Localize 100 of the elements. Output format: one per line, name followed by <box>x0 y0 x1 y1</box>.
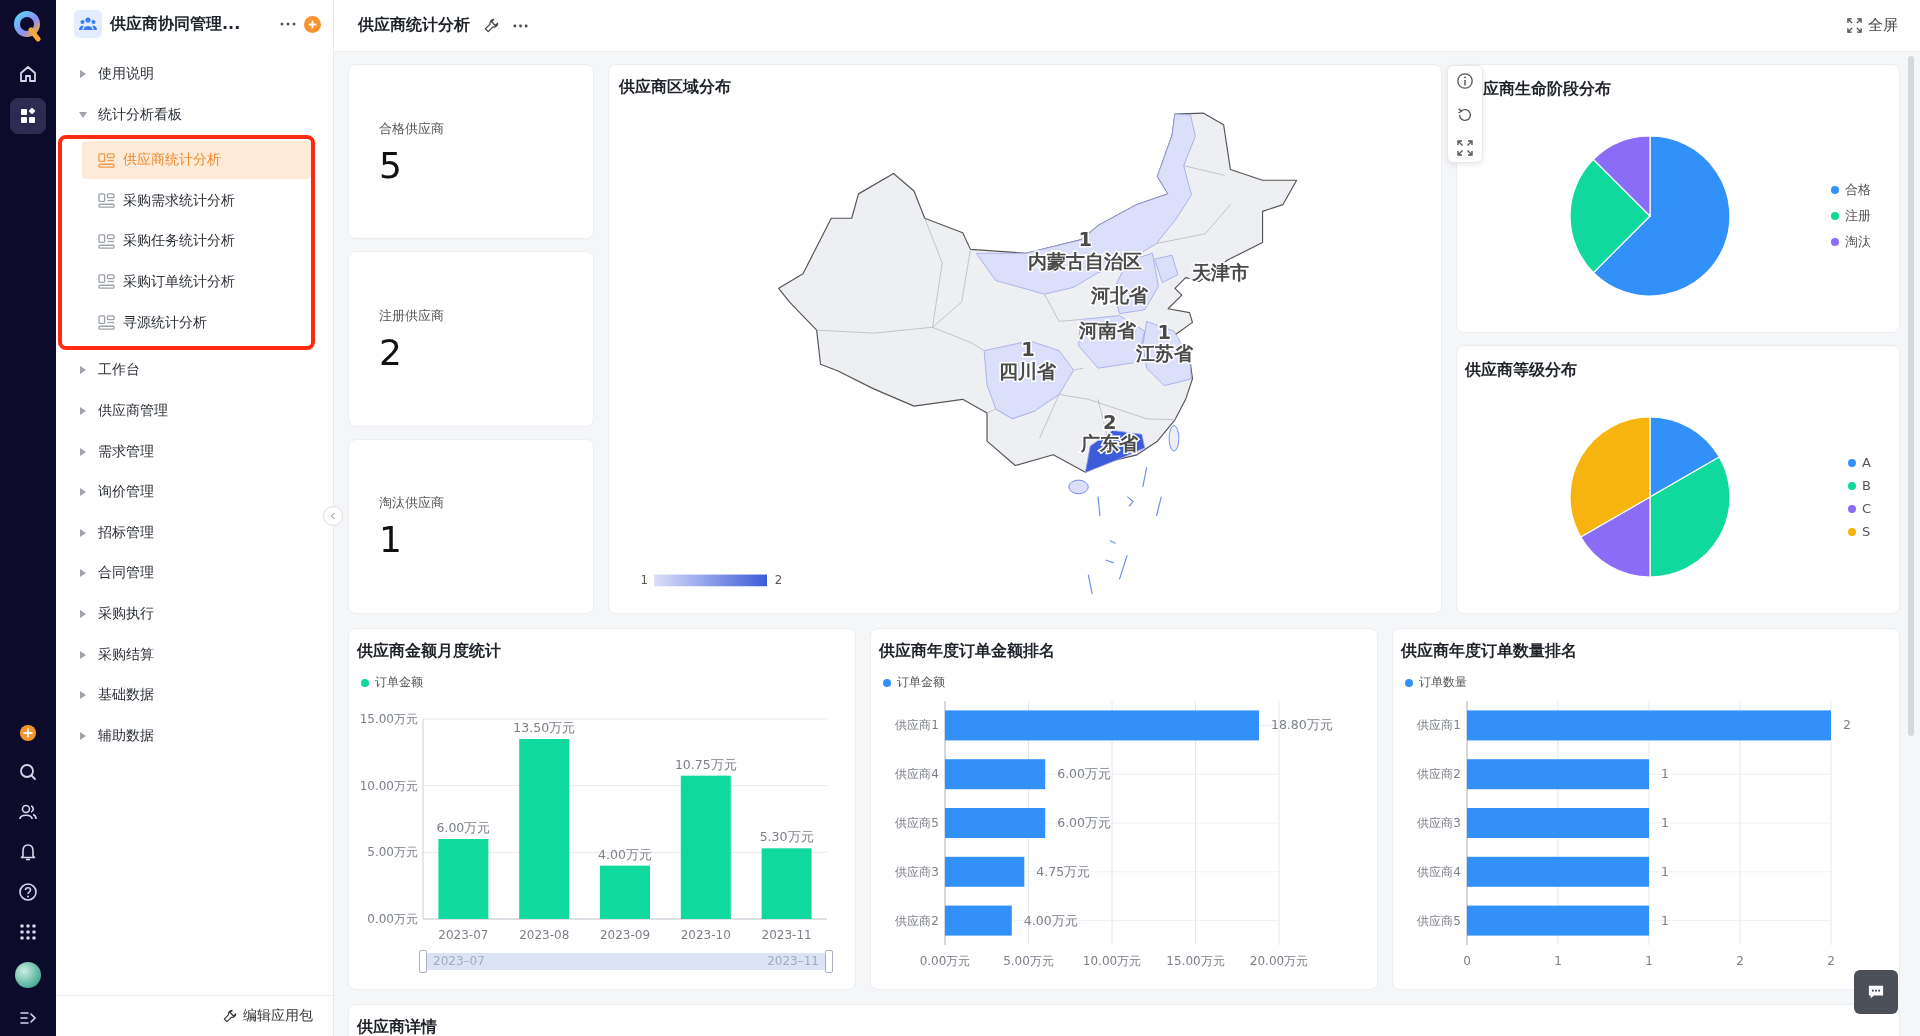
dashboard-icon <box>98 152 115 168</box>
apps-icon <box>18 106 38 126</box>
axis-label: 20.00万元 <box>1249 954 1309 968</box>
nav-subitem[interactable]: 寻源统计分析 <box>82 303 311 342</box>
logo-icon[interactable] <box>12 10 44 42</box>
region-label: 河南省 <box>1079 319 1137 342</box>
bar[interactable] <box>1467 856 1649 887</box>
nav-item[interactable]: 供应商管理 <box>56 390 333 432</box>
value-label: 6.00万元 <box>436 820 491 835</box>
axis-label: 15.00万元 <box>1166 954 1225 968</box>
pie-slice[interactable] <box>1592 135 1731 297</box>
region-value: 1 <box>1157 320 1171 344</box>
scale-max: 2 <box>774 573 783 588</box>
chat-button[interactable] <box>1854 970 1898 1014</box>
legend-label[interactable]: 订单数量 <box>1419 674 1467 691</box>
value-label: 1 <box>1661 766 1669 782</box>
fullscreen-icon[interactable] <box>1457 140 1473 156</box>
color-scale[interactable] <box>654 574 767 587</box>
refresh-icon[interactable] <box>1456 106 1474 124</box>
more-icon[interactable] <box>513 23 528 28</box>
nav-item[interactable]: 统计分析看板 <box>56 94 333 136</box>
legend-label[interactable]: 淘汰 <box>1845 233 1871 251</box>
bar[interactable] <box>1467 905 1649 936</box>
axis-label: 2023-11 <box>761 928 812 942</box>
help-icon[interactable] <box>18 882 38 902</box>
bar[interactable] <box>945 710 1259 741</box>
more-icon[interactable] <box>280 22 296 26</box>
bar[interactable] <box>945 856 1025 887</box>
chat-icon <box>1867 984 1885 1000</box>
pie-slice[interactable] <box>1592 135 1651 217</box>
axis-label: 供应商4 <box>1417 864 1461 879</box>
axis-label: 10.00万元 <box>359 778 418 793</box>
axis-label: 供应商3 <box>895 864 939 879</box>
value-label: 5.30万元 <box>759 829 814 845</box>
pie-slice[interactable] <box>1569 416 1651 538</box>
nav-item[interactable]: 合同管理 <box>56 553 333 594</box>
nav-item[interactable]: 采购执行 <box>56 593 333 635</box>
region-value: 1 <box>1021 338 1035 362</box>
legend-label[interactable]: 注册 <box>1845 207 1871 225</box>
scale-min: 1 <box>640 573 649 588</box>
stat-value: 5 <box>379 147 403 184</box>
axis-label: 2023-08 <box>519 928 570 942</box>
nav-item[interactable]: 询价管理 <box>56 471 333 513</box>
wrench-icon[interactable] <box>484 18 499 33</box>
legend-label[interactable]: B <box>1861 478 1871 493</box>
pie-slice[interactable] <box>1649 456 1731 578</box>
card-title: 供应商年度订单金额排名 <box>879 641 1056 662</box>
nav-subitem[interactable]: 采购订单统计分析 <box>82 262 311 301</box>
card-title: 供应商区域分布 <box>619 77 732 98</box>
avatar[interactable] <box>15 962 41 988</box>
dashboard-icon <box>98 315 115 331</box>
legend-label[interactable]: 订单金额 <box>375 674 423 691</box>
legend-label[interactable]: C <box>1861 501 1871 516</box>
axis-label: 供应商5 <box>895 816 939 830</box>
axis-label: 0.00万元 <box>919 954 971 968</box>
bar[interactable] <box>945 759 1046 790</box>
info-icon[interactable] <box>1456 72 1474 90</box>
region-label: 天津市 <box>1192 260 1250 284</box>
province-shape[interactable] <box>983 340 1075 420</box>
pie-slice[interactable] <box>1569 158 1651 274</box>
island-shape <box>1068 479 1089 495</box>
range-handle[interactable] <box>419 950 427 973</box>
legend-label[interactable]: 合格 <box>1845 181 1871 199</box>
legend-label[interactable]: S <box>1861 524 1871 539</box>
pie-slice[interactable] <box>1580 496 1651 578</box>
nav-item[interactable]: 工作台 <box>56 350 333 391</box>
grid-icon[interactable] <box>18 922 38 942</box>
wrench-icon <box>223 1009 237 1023</box>
bar[interactable] <box>1467 710 1831 741</box>
nav-item[interactable]: 使用说明 <box>56 54 333 95</box>
app-name: 供应商协同管理... <box>110 13 241 35</box>
search-icon[interactable] <box>18 762 38 782</box>
bell-icon[interactable] <box>18 842 38 862</box>
bar[interactable] <box>1467 759 1649 790</box>
legend-label[interactable]: A <box>1861 455 1871 470</box>
fullscreen-icon <box>1847 18 1862 33</box>
edit-app-link[interactable]: 编辑应用包 <box>223 1007 313 1025</box>
range-end-label: 2023–11 <box>767 954 819 969</box>
nav-item[interactable]: 基础数据 <box>56 674 333 716</box>
bar[interactable] <box>945 905 1012 936</box>
fullscreen-button[interactable]: 全屏 <box>1847 16 1898 35</box>
nav-item[interactable]: 辅助数据 <box>56 715 333 757</box>
scrollbar[interactable] <box>1908 56 1914 736</box>
axis-label: 10.00万元 <box>1082 954 1142 968</box>
value-label: 1 <box>1661 912 1669 928</box>
nav-item[interactable]: 采购结算 <box>56 634 333 675</box>
pie-slice[interactable] <box>1649 416 1720 498</box>
nav-item[interactable]: 招标管理 <box>56 512 333 554</box>
card-title: 供应商金额月度统计 <box>357 641 502 662</box>
axis-label: 1 <box>1645 954 1653 968</box>
nav-subitem[interactable]: 采购任务统计分析 <box>82 222 311 261</box>
rail-button[interactable] <box>10 98 46 134</box>
nav-item[interactable]: 需求管理 <box>56 431 333 472</box>
nav-subitem[interactable]: 采购需求统计分析 <box>82 181 311 220</box>
axis-label: 5.00万元 <box>367 845 418 860</box>
add-icon[interactable] <box>19 724 37 742</box>
people-icon[interactable] <box>18 802 38 822</box>
range-handle[interactable] <box>825 950 833 973</box>
value-label: 13.50万元 <box>513 720 576 735</box>
legend-label[interactable]: 订单金额 <box>897 674 945 691</box>
